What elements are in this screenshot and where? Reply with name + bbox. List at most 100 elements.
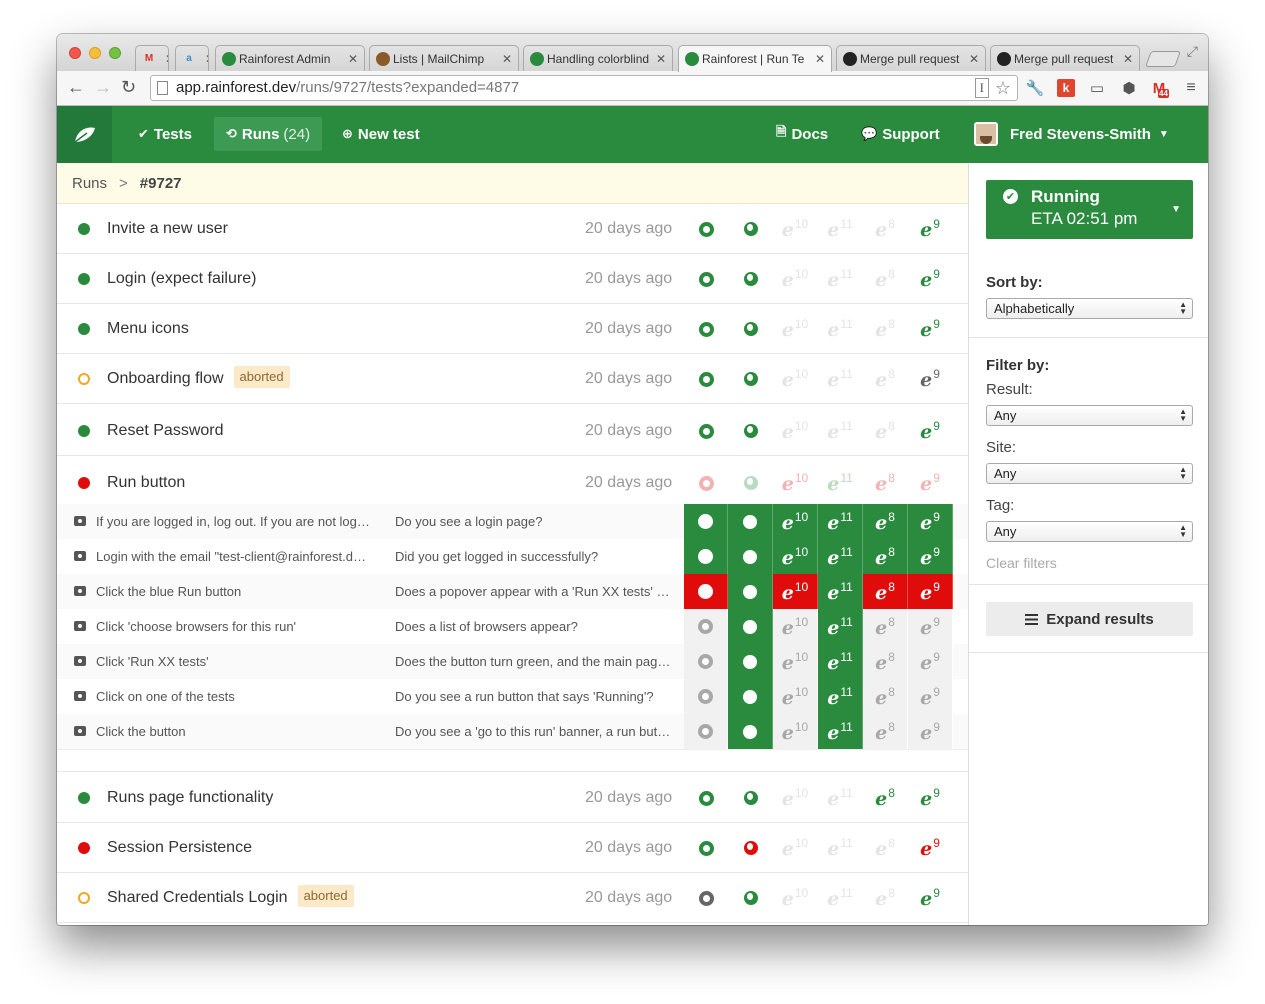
clear-filters-link[interactable]: Clear filters xyxy=(986,555,1057,571)
close-tab-icon[interactable]: ✕ xyxy=(348,52,358,66)
step-result-ie11[interactable]: e11 xyxy=(818,644,863,679)
test-name[interactable]: Reset Password xyxy=(107,406,224,456)
camera-icon[interactable] xyxy=(74,656,86,666)
browser-result-ie11[interactable]: e11 xyxy=(818,218,862,240)
site-select[interactable]: Any ▲ ▼ xyxy=(986,463,1193,484)
close-tab-icon[interactable]: ✕ xyxy=(969,52,979,66)
test-name[interactable]: Runs page functionality xyxy=(107,773,273,823)
browser-tab[interactable]: Handling colorblind ✕ xyxy=(523,45,673,71)
browser-result-ie11[interactable]: e11 xyxy=(818,787,862,809)
step-result-ie8[interactable]: e8 xyxy=(863,504,908,539)
browser-result-firefox[interactable] xyxy=(729,837,773,859)
tag-select[interactable]: Any ▲ ▼ xyxy=(986,521,1193,542)
test-row[interactable]: Menu icons 20 days ago e10 e11 e8 e9 xyxy=(57,304,968,354)
test-name[interactable]: Shared Credentials Login aborted xyxy=(107,873,354,923)
step-result-chrome[interactable] xyxy=(684,644,728,679)
camera-icon[interactable] xyxy=(74,621,86,631)
browser-result-ie9[interactable]: e9 xyxy=(908,472,952,494)
browser-result-ie11[interactable]: e11 xyxy=(818,268,862,290)
camera-icon[interactable] xyxy=(74,551,86,561)
step-result-chrome[interactable] xyxy=(684,539,728,574)
step-result-ie8[interactable]: e8 xyxy=(863,714,908,749)
browser-result-ie11[interactable]: e11 xyxy=(818,472,862,494)
step-result-ie10[interactable]: e10 xyxy=(773,679,818,714)
step-result-chrome[interactable] xyxy=(684,609,728,644)
test-row[interactable]: Run button 20 days ago e10 e11 e8 e9 xyxy=(57,458,968,508)
browser-result-chrome[interactable] xyxy=(684,420,728,442)
step-result-ie8[interactable]: e8 xyxy=(863,679,908,714)
browser-result-ie8[interactable]: e8 xyxy=(863,887,907,909)
step-result-ie9[interactable]: e9 xyxy=(908,609,953,644)
browser-result-ie10[interactable]: e10 xyxy=(773,318,817,340)
camera-icon[interactable] xyxy=(74,726,86,736)
fullscreen-icon[interactable]: ⤢ xyxy=(1187,43,1198,60)
browser-tab[interactable]: M✕ xyxy=(135,45,169,71)
step-result-ie10[interactable]: e10 xyxy=(773,714,818,749)
step-result-ie9[interactable]: e9 xyxy=(908,539,953,574)
wrench-icon[interactable]: 🔧 xyxy=(1025,78,1045,98)
browser-result-chrome[interactable] xyxy=(684,268,728,290)
step-result-ie9[interactable]: e9 xyxy=(908,574,953,609)
browser-result-firefox[interactable] xyxy=(729,268,773,290)
step-result-ie8[interactable]: e8 xyxy=(863,574,908,609)
step-result-ie11[interactable]: e11 xyxy=(818,504,863,539)
browser-result-ie9[interactable]: e9 xyxy=(908,887,952,909)
browser-tab[interactable]: Rainforest Admin ✕ xyxy=(215,45,365,71)
browser-result-ie10[interactable]: e10 xyxy=(773,420,817,442)
browser-result-ie8[interactable]: e8 xyxy=(863,368,907,390)
step-result-ie10[interactable]: e10 xyxy=(773,609,818,644)
browser-result-ie9[interactable]: e9 xyxy=(908,420,952,442)
test-name[interactable]: Onboarding flow aborted xyxy=(107,354,290,404)
result-select[interactable]: Any ▲ ▼ xyxy=(986,405,1193,426)
close-tab-icon[interactable]: ✕ xyxy=(1123,52,1133,66)
test-row[interactable]: Session Persistence 20 days ago e10 e11 e8 e9 xyxy=(57,823,968,873)
nav-support[interactable]: 💬 Support xyxy=(849,117,952,151)
browser-result-firefox[interactable] xyxy=(729,787,773,809)
reader-icon[interactable]: I xyxy=(974,78,989,98)
browser-result-ie8[interactable]: e8 xyxy=(863,318,907,340)
address-bar[interactable]: app.rainforest.dev/runs/9727/tests?expan… xyxy=(150,75,1018,101)
browser-result-ie9[interactable]: e9 xyxy=(908,268,952,290)
browser-result-chrome[interactable] xyxy=(684,218,728,240)
step-result-ie11[interactable]: e11 xyxy=(818,679,863,714)
test-name[interactable]: Run button xyxy=(107,458,185,508)
browser-result-ie10[interactable]: e10 xyxy=(773,887,817,909)
step-result-ie11[interactable]: e11 xyxy=(818,609,863,644)
browser-result-firefox[interactable] xyxy=(729,218,773,240)
browser-result-ie10[interactable]: e10 xyxy=(773,268,817,290)
step-result-ie11[interactable]: e11 xyxy=(818,539,863,574)
step-result-ie8[interactable]: e8 xyxy=(863,609,908,644)
browser-result-chrome[interactable] xyxy=(684,318,728,340)
browser-result-ie11[interactable]: e11 xyxy=(818,318,862,340)
nav-tests[interactable]: ✔ Tests xyxy=(126,117,204,151)
step-result-ie10[interactable]: e10 xyxy=(773,644,818,679)
rainforest-logo[interactable] xyxy=(57,106,112,163)
close-tab-icon[interactable]: ✕ xyxy=(165,52,168,66)
reload-icon[interactable]: ↻ xyxy=(121,77,136,98)
browser-result-ie11[interactable]: e11 xyxy=(818,368,862,390)
test-row[interactable]: Onboarding flow aborted 20 days ago e10 e11 e… xyxy=(57,354,968,404)
close-window-button[interactable] xyxy=(69,47,81,59)
step-result-ie11[interactable]: e11 xyxy=(818,714,863,749)
bookmark-star-icon[interactable]: ☆ xyxy=(995,76,1011,100)
browser-tab[interactable]: a✕ xyxy=(175,45,209,71)
browser-result-ie8[interactable]: e8 xyxy=(863,420,907,442)
klout-extension-icon[interactable]: k xyxy=(1057,79,1075,97)
step-result-chrome[interactable] xyxy=(684,574,728,609)
browser-result-ie9[interactable]: e9 xyxy=(908,218,952,240)
test-row[interactable]: Shared Credentials Login aborted 20 days a… xyxy=(57,873,968,923)
close-tab-icon[interactable]: ✕ xyxy=(502,52,512,66)
step-result-ie10[interactable]: e10 xyxy=(773,539,818,574)
browser-result-ie10[interactable]: e10 xyxy=(773,368,817,390)
browser-result-ie9[interactable]: e9 xyxy=(908,837,952,859)
sort-select[interactable]: Alphabetically ▲ ▼ xyxy=(986,298,1193,319)
gmail-extension-icon[interactable]: M 44 xyxy=(1149,78,1169,98)
browser-result-ie10[interactable]: e10 xyxy=(773,837,817,859)
step-result-firefox[interactable] xyxy=(728,504,773,539)
user-menu[interactable]: Fred Stevens-Smith ▼ xyxy=(962,117,1181,151)
browser-result-chrome[interactable] xyxy=(684,787,728,809)
step-result-firefox[interactable] xyxy=(728,609,773,644)
browser-result-chrome[interactable] xyxy=(684,368,728,390)
camera-icon[interactable] xyxy=(74,586,86,596)
browser-result-ie9[interactable]: e9 xyxy=(908,318,952,340)
